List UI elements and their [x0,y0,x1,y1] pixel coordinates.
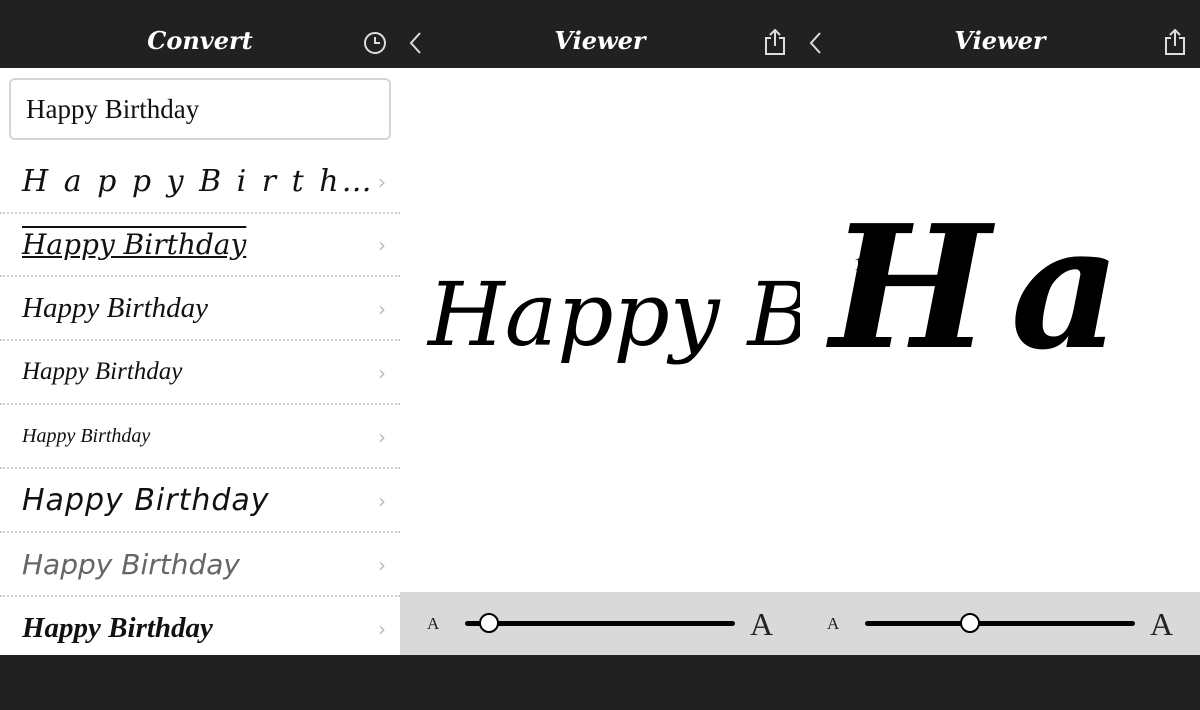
chevron-right-icon: › [378,170,386,194]
share-icon[interactable] [764,28,786,56]
font-row[interactable]: Happy Birthday › [0,213,400,277]
clock-icon[interactable] [363,31,387,55]
chevron-right-icon: › [378,297,386,321]
small-a-label: A [427,614,440,633]
size-slider[interactable] [865,621,1135,626]
size-slider[interactable] [465,621,735,626]
convert-title: Convert [147,26,253,55]
font-row[interactable]: Happy Birthday › [0,533,400,597]
chevron-right-icon: › [378,489,386,513]
back-chevron-icon[interactable] [408,31,422,55]
font-row[interactable]: Happy Birthday › [0,597,400,655]
font-row[interactable]: Happy Birthday › [0,341,400,405]
chevron-right-icon: › [378,617,386,641]
chevron-right-icon: › [378,425,386,449]
viewer-canvas: Happy Birthday [400,68,800,592]
chevron-right-icon: › [378,233,386,257]
convert-panel: Happy Birthday H a p p y B i r t h… › Hap… [0,68,400,655]
font-row[interactable]: Happy Birthday › [0,469,400,533]
font-row[interactable]: Happy Birthday › [0,405,400,469]
viewer-canvas-tracing: Ha 1 [800,68,1200,592]
font-row[interactable]: Happy Birthday › [0,277,400,341]
share-icon[interactable] [1164,28,1186,56]
small-a-label: A [827,614,840,633]
chevron-right-icon: › [378,361,386,385]
back-chevron-icon[interactable] [808,31,822,55]
large-a-label: A [750,606,774,642]
slider-thumb[interactable] [479,613,500,633]
size-slider-bar: A A [400,592,800,655]
tracing-text: Ha [830,188,1141,388]
navigation-bar: Convert Viewer Viewer [0,0,1200,68]
viewer-title: Viewer [554,26,646,55]
stroke-number: 1 [854,254,863,274]
size-slider-bar: A A [800,592,1200,655]
large-a-label: A [1150,606,1174,642]
chevron-right-icon: › [378,553,386,577]
text-input[interactable]: Happy Birthday [9,78,391,140]
font-row[interactable]: H a p p y B i r t h… › [0,150,400,214]
preview-text: Happy Birthday [428,263,800,366]
slider-thumb[interactable] [960,613,981,633]
viewer-title: Viewer [954,26,1046,55]
